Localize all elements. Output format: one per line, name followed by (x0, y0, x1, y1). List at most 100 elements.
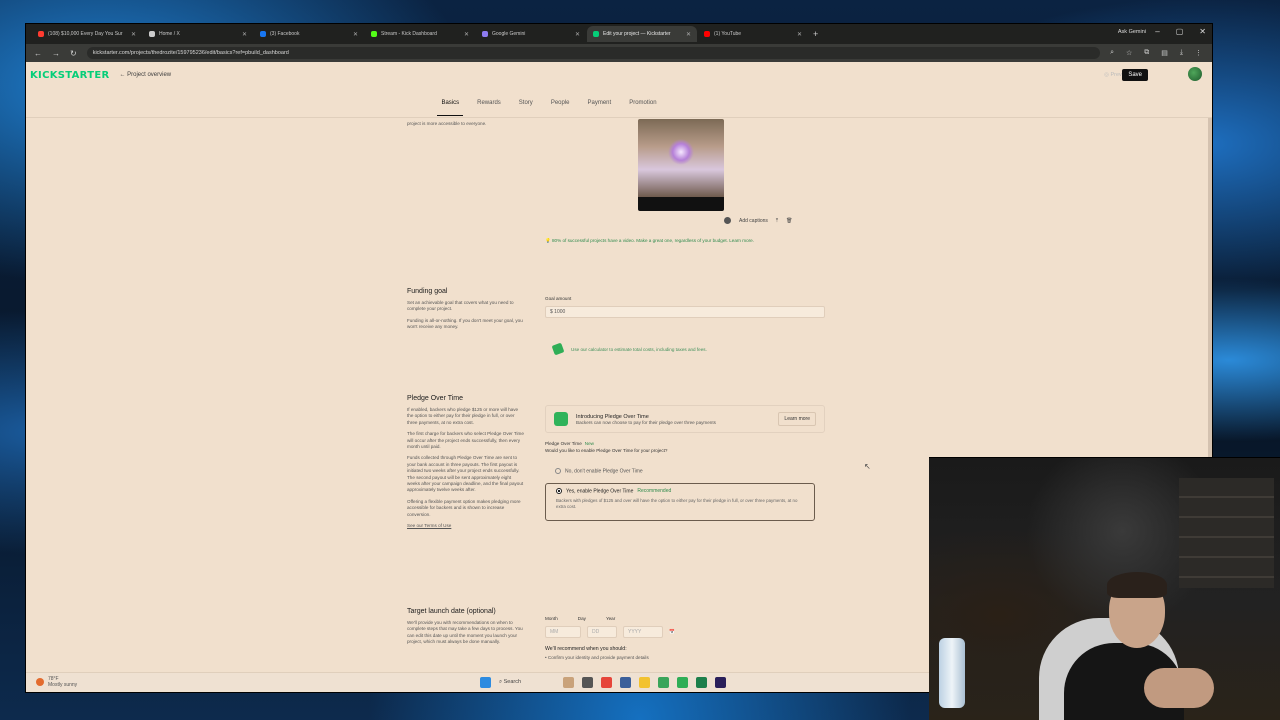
close-tab-icon[interactable]: ✕ (575, 31, 580, 38)
new-badge: New (584, 441, 594, 446)
terms-of-use-link[interactable]: See our Terms of Use (407, 523, 525, 529)
premiere-icon[interactable] (715, 677, 726, 688)
save-button[interactable]: Save (1122, 69, 1148, 81)
learn-more-button[interactable]: Learn more (778, 412, 816, 426)
close-tab-icon[interactable]: ✕ (797, 31, 802, 38)
tab-basics[interactable]: Basics (437, 88, 463, 117)
project-overview-link[interactable]: ← Project overview (119, 72, 171, 78)
ask-gemini-button[interactable]: Ask Gemini (1118, 29, 1146, 35)
pledge-option-no[interactable]: No, don't enable Pledge Over Time (545, 464, 815, 478)
launch-date-desc: We'll provide you with recommendations o… (407, 620, 523, 645)
reload-icon[interactable]: ↻ (70, 49, 77, 58)
tab-people[interactable]: People (551, 88, 570, 117)
year-label: Year (605, 616, 616, 621)
day-input[interactable]: DD (587, 626, 617, 638)
upload-icon[interactable]: ⤒ (776, 218, 778, 224)
pledge-over-time-title: Pledge Over Time (407, 395, 464, 402)
taskbar-app-icon[interactable] (677, 677, 688, 688)
extensions-icon[interactable]: ⧉ (1144, 49, 1149, 57)
taskbar-app-icon[interactable] (563, 677, 574, 688)
project-video-thumbnail[interactable] (638, 119, 724, 211)
kickstarter-header: KICKSTARTER ← Project overview ◎ Preview… (26, 62, 1212, 88)
close-tab-icon[interactable]: ✕ (464, 31, 469, 38)
taskbar-app-icon[interactable] (620, 677, 631, 688)
back-icon[interactable]: ← (34, 49, 42, 58)
close-tab-icon[interactable]: ✕ (242, 31, 247, 38)
pledge-desc-4: Offering a flexible payment option makes… (407, 498, 521, 517)
pledge-desc-1: If enabled, backers who pledge $125 or m… (407, 407, 519, 425)
tab-payment[interactable]: Payment (588, 88, 612, 117)
new-tab-icon[interactable]: + (813, 29, 818, 39)
kickstarter-logo[interactable]: KICKSTARTER (30, 70, 109, 81)
tab-story[interactable]: Story (519, 88, 533, 117)
trash-icon[interactable]: 🗑 (786, 218, 792, 224)
browser-tab[interactable]: (1) YouTube ✕ (698, 26, 808, 42)
pledge-desc-2: The first charge for backers who select … (407, 431, 524, 450)
radio-no[interactable] (555, 468, 561, 474)
goal-amount-label: Goal amount (545, 296, 572, 301)
zoom-icon[interactable]: ⌕ (1110, 49, 1114, 57)
month-input[interactable]: MM (545, 626, 581, 638)
tab-favicon-icon (149, 31, 155, 37)
maximize-icon[interactable]: ▢ (1176, 27, 1184, 36)
taskbar-app-icon[interactable] (658, 677, 669, 688)
video-glow (668, 139, 694, 165)
weather-text: 78°F Mostly sunny (48, 676, 77, 688)
taskbar-app-icon[interactable] (582, 677, 593, 688)
taskbar-search[interactable]: ⌕ Search (499, 679, 555, 686)
browser-tab-active[interactable]: Edit your project — Kickstarter ✕ (587, 26, 697, 42)
tab-promotion[interactable]: Promotion (629, 88, 656, 117)
browser-tab[interactable]: (108) $10,000 Every Day You Sur ✕ (32, 26, 142, 42)
recommended-badge: Recommended (637, 488, 672, 495)
pledge-option-yes[interactable]: Yes, enable Pledge Over Time Recommended … (545, 483, 815, 521)
pledge-over-time-description: Pledge Over Time If enabled, backers who… (407, 395, 525, 535)
weather-desc: Mostly sunny (48, 682, 78, 688)
taskbar-app-icon[interactable] (696, 677, 707, 688)
bookmark-star-icon[interactable]: ☆ (1126, 49, 1132, 57)
browser-tab[interactable]: Home / X ✕ (143, 26, 253, 42)
project-overview-label: Project overview (127, 72, 172, 78)
tab-title: Stream - Kick Dashboard (381, 31, 437, 37)
url-field[interactable]: kickstarter.com/projects/thedrozite/1597… (86, 47, 1101, 59)
folder-icon[interactable] (639, 677, 650, 688)
calendar-icon[interactable]: 📅 (669, 629, 675, 635)
streamer-hair (1107, 572, 1167, 598)
water-bottle (939, 638, 965, 708)
close-tab-icon[interactable]: ✕ (353, 31, 358, 38)
close-tab-icon[interactable]: ✕ (131, 31, 136, 38)
page-scrollbar[interactable] (1208, 118, 1212, 478)
browser-tab[interactable]: Stream - Kick Dashboard ✕ (365, 26, 475, 42)
radio-yes[interactable] (556, 488, 562, 494)
video-section-note: project is more accessible to everyone. (407, 121, 487, 126)
menu-icon[interactable]: ⋮ (1195, 49, 1202, 57)
chrome-icon[interactable] (601, 677, 612, 688)
taskbar-search-label: Search (503, 679, 522, 685)
sidebar-icon[interactable]: ▤ (1161, 49, 1168, 57)
video-hint-text: 80% of successful projects have a video.… (552, 238, 754, 243)
pledge-option-yes-label: Yes, enable Pledge Over Time (566, 488, 634, 495)
tab-favicon-icon (482, 31, 488, 37)
year-input[interactable]: YYYY (623, 626, 663, 638)
close-window-icon[interactable]: ✕ (1199, 27, 1206, 36)
browser-tab[interactable]: (3) Facebook ✕ (254, 26, 364, 42)
recommend-item: • Confirm your identity and provide paym… (545, 655, 649, 660)
tab-favicon-icon (371, 31, 377, 37)
pledge-option-no-label: No, don't enable Pledge Over Time (565, 468, 643, 475)
download-icon[interactable]: ⤓ (1180, 49, 1183, 57)
add-captions-button[interactable]: Add captions (739, 218, 768, 224)
pledge-question-title: Pledge Over Time New (545, 441, 825, 446)
streamer-hands (1144, 668, 1214, 708)
minimize-icon[interactable]: – (1155, 27, 1159, 36)
calculator-link[interactable]: Use our calculator to estimate total cos… (571, 347, 707, 352)
weather-widget[interactable]: 78°F Mostly sunny (36, 676, 77, 688)
tab-title: Edit your project — Kickstarter (603, 31, 671, 37)
browser-tab[interactable]: Google Gemini ✕ (476, 26, 586, 42)
record-icon[interactable] (724, 217, 731, 224)
close-tab-icon[interactable]: ✕ (686, 31, 691, 38)
start-icon[interactable] (480, 677, 491, 688)
avatar[interactable] (1188, 67, 1202, 81)
goal-amount-input[interactable]: $ 1000 (545, 306, 825, 318)
pledge-promo-banner: Introducing Pledge Over Time Backers can… (545, 405, 825, 433)
tab-rewards[interactable]: Rewards (477, 88, 501, 117)
forward-icon[interactable]: → (52, 49, 60, 58)
